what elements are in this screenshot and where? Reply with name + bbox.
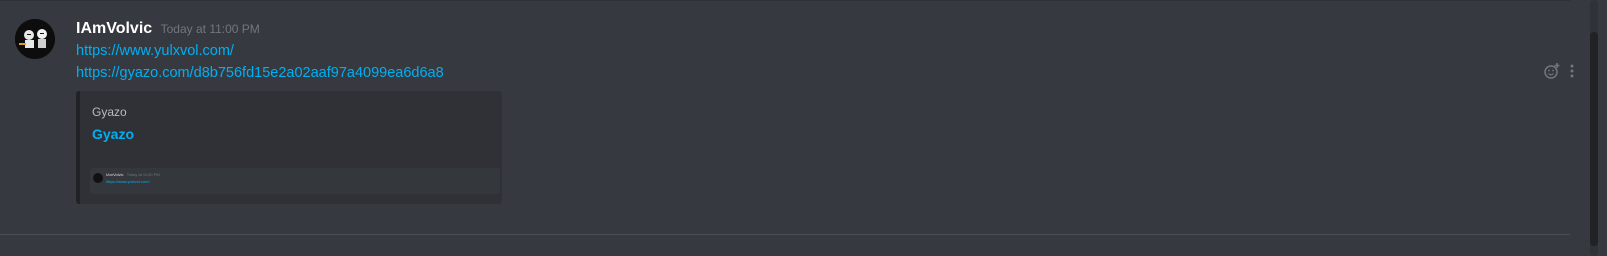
thumbnail-header: IAmVolvic Today at 11:00 PM — [106, 172, 160, 177]
message-timestamp: Today at 11:00 PM — [160, 22, 260, 36]
embed-title[interactable]: Gyazo — [92, 126, 134, 142]
message-hover-actions — [1543, 62, 1583, 82]
bottom-divider — [0, 234, 1570, 235]
link-embed: Gyazo Gyazo IAmVolvic Today at 11:00 PM … — [76, 91, 502, 204]
username[interactable]: IAmVolvic — [76, 20, 152, 37]
add-reaction-button[interactable] — [1543, 62, 1561, 80]
message-link-gyazo[interactable]: https://gyazo.com/d8b756fd15e2a02aaf97a4… — [76, 65, 444, 81]
chat-message: IAmVolvic Today at 11:00 PM https://www.… — [0, 14, 1580, 214]
embed-provider: Gyazo — [92, 105, 127, 119]
more-options-button[interactable] — [1568, 63, 1576, 79]
avatar-art-icon — [15, 19, 55, 59]
message-header: IAmVolvic Today at 11:00 PM — [76, 20, 260, 38]
message-link-website[interactable]: https://www.yulxvol.com/ — [76, 43, 234, 59]
thumbnail-timestamp: Today at 11:00 PM — [126, 172, 160, 177]
thumbnail-link: https://www.yulxvol.com/ — [106, 179, 150, 184]
thumbnail-avatar — [93, 173, 103, 183]
thumbnail-author: IAmVolvic — [106, 172, 124, 177]
more-options-icon — [1570, 64, 1574, 78]
add-reaction-icon — [1544, 63, 1560, 79]
top-divider — [0, 0, 1570, 1]
embed-thumbnail[interactable]: IAmVolvic Today at 11:00 PM https://www.… — [90, 168, 500, 194]
user-avatar[interactable] — [15, 19, 55, 59]
scrollbar-thumb[interactable] — [1590, 32, 1598, 246]
